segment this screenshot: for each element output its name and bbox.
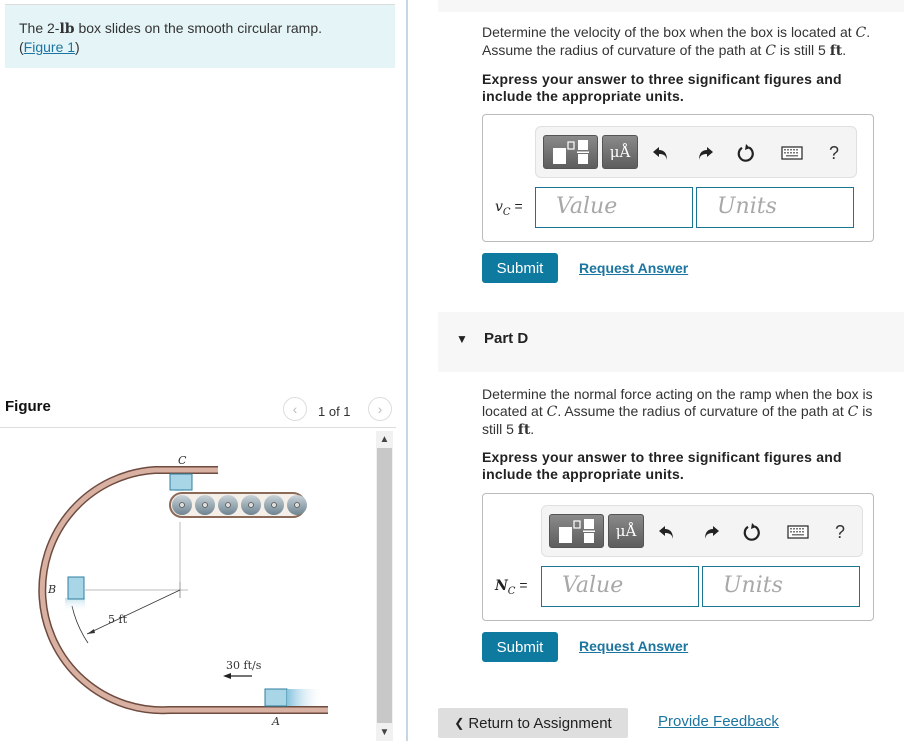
part-d-header[interactable]: ▼ Part D bbox=[438, 312, 904, 372]
left-pane: The 2-lb box slides on the smooth circul… bbox=[0, 0, 408, 741]
keyboard-icon bbox=[787, 525, 809, 539]
templates-button[interactable] bbox=[549, 514, 604, 548]
undo-button[interactable] bbox=[655, 520, 679, 544]
scroll-up-button[interactable]: ▲ bbox=[376, 431, 393, 448]
radius-label: 5 ft bbox=[108, 613, 128, 626]
part-d-instruction: Express your answer to three significant… bbox=[482, 449, 842, 482]
units-icon: μÅ bbox=[609, 143, 631, 161]
intro-text: The 2-lb box slides on the smooth circul… bbox=[19, 20, 323, 37]
keyboard-button[interactable] bbox=[786, 520, 810, 544]
redo-icon bbox=[699, 147, 713, 160]
help-button[interactable]: ? bbox=[828, 520, 852, 544]
scrollbar-thumb[interactable] bbox=[377, 448, 392, 723]
reset-icon bbox=[743, 523, 760, 541]
chevron-down-icon: ▼ bbox=[379, 727, 390, 738]
chevron-left-icon: ‹ bbox=[292, 401, 298, 417]
normal-force-value-input[interactable]: Value bbox=[541, 566, 699, 607]
normal-force-variable-label: NC = bbox=[495, 577, 528, 597]
part-d-title: Part D bbox=[484, 330, 529, 347]
help-icon: ? bbox=[834, 521, 845, 542]
help-icon: ? bbox=[828, 142, 839, 163]
part-c-request-answer-link[interactable]: Request Answer bbox=[579, 260, 688, 276]
templates-button[interactable] bbox=[543, 135, 598, 169]
collapse-caret-icon: ▼ bbox=[456, 332, 468, 346]
previous-figure-button[interactable]: ‹ bbox=[283, 397, 307, 421]
part-d-submit-button[interactable]: Submit bbox=[482, 632, 558, 662]
part-c-header-strip bbox=[438, 0, 904, 12]
part-d-math-toolbar: μÅ ? bbox=[541, 505, 863, 557]
reset-icon bbox=[737, 144, 754, 162]
figure-pager-text: 1 of 1 bbox=[318, 404, 351, 419]
velocity-label: 30 ft/s bbox=[226, 659, 262, 672]
redo-button[interactable] bbox=[699, 520, 723, 544]
velocity-units-input[interactable]: Units bbox=[696, 187, 854, 228]
provide-feedback-link[interactable]: Provide Feedback bbox=[658, 713, 779, 730]
units-button[interactable]: μÅ bbox=[602, 135, 638, 169]
scroll-down-button[interactable]: ▼ bbox=[376, 724, 393, 741]
undo-icon bbox=[659, 526, 673, 539]
keyboard-button[interactable] bbox=[780, 141, 804, 165]
help-button[interactable]: ? bbox=[822, 141, 846, 165]
point-C-label: C bbox=[178, 454, 187, 467]
problem-intro: The 2-lb box slides on the smooth circul… bbox=[5, 4, 395, 68]
paren-close: ) bbox=[75, 39, 80, 55]
templates-icon bbox=[552, 140, 589, 164]
ramp-figure: 5 ft 30 ft/s C B A bbox=[38, 454, 328, 728]
figure-title: Figure bbox=[5, 398, 51, 415]
chevron-left-icon: ❮ bbox=[454, 716, 465, 730]
box-at-C bbox=[169, 473, 193, 491]
radius-dimension-line bbox=[86, 589, 181, 635]
next-figure-button[interactable]: › bbox=[368, 397, 392, 421]
point-B-label: B bbox=[47, 583, 56, 596]
normal-force-units-input[interactable]: Units bbox=[702, 566, 860, 607]
part-c-question: Determine the velocity of the box when t… bbox=[482, 24, 871, 59]
return-to-assignment-button[interactable]: ❮ Return to Assignment bbox=[438, 708, 628, 738]
figure-area: 5 ft 30 ft/s C B A bbox=[0, 430, 376, 741]
part-d-request-answer-link[interactable]: Request Answer bbox=[579, 638, 688, 654]
return-label: Return to Assignment bbox=[468, 714, 612, 732]
figure-scrollbar[interactable]: ▲ ▼ bbox=[376, 431, 393, 741]
keyboard-icon bbox=[781, 146, 803, 160]
redo-icon bbox=[705, 526, 719, 539]
part-c-instruction: Express your answer to three significant… bbox=[482, 71, 842, 104]
part-d-answer-box: μÅ ? NC = Value Units bbox=[482, 493, 874, 621]
velocity-variable-label: vC = bbox=[495, 198, 523, 218]
undo-icon bbox=[653, 147, 667, 160]
units-icon: μÅ bbox=[615, 522, 637, 540]
point-A-label: A bbox=[271, 715, 280, 728]
templates-icon bbox=[558, 519, 595, 543]
units-button[interactable]: μÅ bbox=[608, 514, 644, 548]
part-c-answer-box: μÅ ? vC = Value Units bbox=[482, 114, 874, 242]
undo-button[interactable] bbox=[649, 141, 673, 165]
figure-header: Figure ‹ 1 of 1 › bbox=[0, 394, 396, 428]
redo-button[interactable] bbox=[693, 141, 717, 165]
box-at-A bbox=[264, 688, 288, 707]
figure-1-link[interactable]: Figure 1 bbox=[24, 39, 75, 55]
part-c-submit-button[interactable]: Submit bbox=[482, 253, 558, 283]
chevron-up-icon: ▲ bbox=[379, 434, 390, 445]
box-at-B bbox=[67, 576, 85, 600]
part-c-math-toolbar: μÅ ? bbox=[535, 126, 857, 178]
reset-button[interactable] bbox=[734, 141, 758, 165]
chevron-right-icon: › bbox=[377, 401, 383, 417]
velocity-value-input[interactable]: Value bbox=[535, 187, 693, 228]
reset-button[interactable] bbox=[740, 520, 764, 544]
part-d-question: Determine the normal force acting on the… bbox=[482, 386, 873, 438]
